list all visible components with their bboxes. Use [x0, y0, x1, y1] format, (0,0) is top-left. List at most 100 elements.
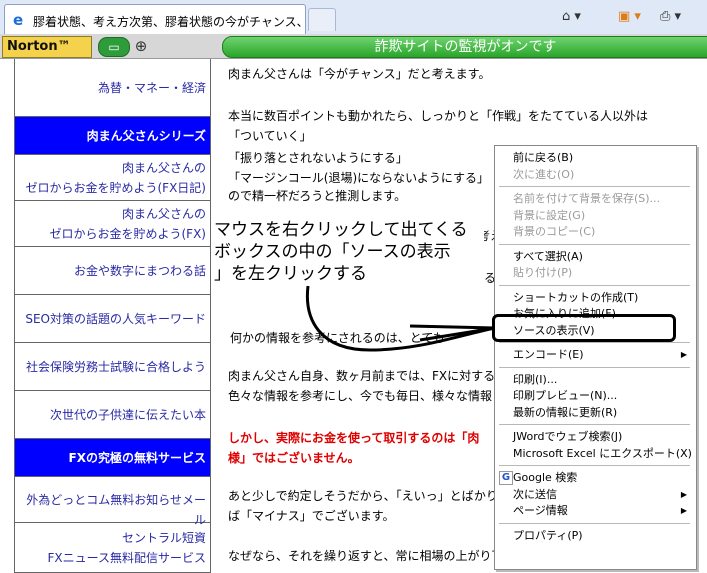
menu-item[interactable]: エンコード(E) ▶: [513, 347, 691, 362]
sidebar-link-label: セントラル短資: [121, 531, 206, 545]
menu-separator: [499, 522, 690, 524]
browser-tab[interactable]: e 膠着状態、考え方次第、膠着状態の今がチャンス、ゼロ...: [4, 4, 306, 35]
content-line: ば「マイナス」でございます。: [228, 509, 395, 523]
menu-separator: [499, 424, 690, 425]
norton-status[interactable]: 詐欺サイトの監視がオンです: [222, 36, 707, 58]
sidebar: 為替・マネー・経済 肉まん父さんシリーズ 肉まん父さんの ゼロからお金を貯めよう(FX…: [14, 59, 211, 573]
sidebar-link-label: SEO対策の話題の人気キーワード: [25, 312, 206, 326]
menu-item-label: 次に進む(O): [513, 167, 575, 181]
annotation-arrow: [305, 285, 496, 352]
print-icon[interactable]: ⎙ ▾: [660, 8, 700, 26]
menu-item[interactable]: 印刷プレビュー(N)...: [513, 388, 691, 403]
sidebar-link-label: 社会保険労務士試験に合格しよう: [25, 360, 206, 374]
new-tab-button[interactable]: [308, 8, 336, 31]
content-line: 「マージンコール(退場)にならないようにする」: [228, 171, 490, 185]
sidebar-link-label: ゼロからお金を貯めよう(FX): [49, 227, 207, 241]
menu-item[interactable]: ページ情報 ▶: [513, 503, 691, 518]
context-menu: 前に戻る(B) 次に進む(O) 名前を付けて背景を保存(S)... 背景に設定(G) 背…: [494, 145, 697, 570]
menu-item[interactable]: すべて選択(A): [513, 249, 691, 264]
content-line: 色々な情報を参考にし、今でも毎日、様々な情報: [228, 389, 493, 403]
menu-item: 貼り付け(P): [513, 265, 691, 280]
sidebar-link[interactable]: お金や数字にまつわる話: [15, 247, 210, 295]
menu-item-label: 印刷(I)...: [513, 372, 558, 386]
submenu-arrow-icon: ▶: [680, 489, 687, 499]
ie-icon: e: [13, 11, 24, 29]
sidebar-link-label: 肉まん父さんの: [121, 161, 206, 175]
menu-item-label: 名前を付けて背景を保存(S)...: [513, 192, 661, 205]
content-line: 肉まん父さんは「今がチャンス」だと考えます。: [228, 67, 491, 81]
sidebar-link[interactable]: 外為どっとコム無料お知らせメール: [15, 477, 210, 527]
menu-item-label: 印刷プレビュー(N)...: [513, 389, 618, 402]
submenu-arrow-icon: ▶: [680, 350, 687, 359]
menu-item[interactable]: JWordでウェブ検索(J): [513, 429, 691, 444]
tab-title: 膠着状態、考え方次第、膠着状態の今がチャンス、ゼロ...: [33, 15, 301, 29]
menu-item-label: Microsoft Excel にエクスポート(X): [513, 446, 692, 460]
menu-item-label: Google 検索: [513, 471, 578, 484]
menu-item: 名前を付けて背景を保存(S)...: [513, 191, 691, 206]
content-line: あと少しで約定しそうだから、「えいっ」とばかりに: [228, 489, 510, 503]
globe-icon[interactable]: ⊕: [132, 37, 150, 55]
sidebar-link-label: 次世代の子供達に伝えたい本: [49, 408, 206, 422]
norton-toolbar: Norton™ ▭ ⊕ 詐欺サイトの監視がオンです: [0, 34, 707, 59]
home-icon[interactable]: ⌂ ▾: [562, 8, 602, 26]
menu-item-label: 次に送信: [513, 487, 557, 501]
menu-item-label: ページ情報: [513, 504, 568, 517]
sidebar-link[interactable]: 肉まん父さんのゼロからお金を貯めよう(FX): [15, 201, 210, 247]
menu-item-label: ショートカットの作成(T): [513, 290, 639, 304]
menu-separator: [499, 342, 690, 343]
sidebar-link-label: FXニュース無料配信サービス: [47, 551, 206, 565]
menu-item: 背景のコピー(C): [513, 224, 691, 239]
google-icon: G: [499, 471, 513, 485]
browser-tab-bar: e 膠着状態、考え方次第、膠着状態の今がチャンス、ゼロ... ⌂ ▾ ▣ ▾ ⎙…: [0, 0, 707, 35]
sidebar-header: 肉まん父さんシリーズ: [15, 117, 210, 155]
sidebar-link-label: 肉まん父さんの: [121, 207, 206, 221]
menu-item[interactable]: プロパティ(P): [513, 528, 691, 543]
content-line: ので精一杯だろうと推測します。: [228, 189, 407, 203]
content-line: 本当に数百ポイントも動かれたら、しっかりと「作戦」をたてている人以外は: [228, 109, 649, 123]
sidebar-link[interactable]: 次世代の子供達に伝えたい本: [15, 391, 210, 439]
menu-separator: [499, 186, 690, 187]
view-source-highlight: [492, 314, 676, 342]
menu-item-label: 最新の情報に更新(R): [513, 405, 618, 419]
sidebar-header: FXの究極の無料サービス: [15, 439, 210, 477]
sidebar-link-label: 肉まん父さんシリーズ: [86, 129, 206, 143]
menu-item-label: 貼り付け(P): [513, 266, 573, 279]
sidebar-link[interactable]: 為替・マネー・経済: [15, 59, 210, 117]
sidebar-link[interactable]: SEO対策の話題の人気キーワード: [15, 295, 210, 343]
menu-item-label: エンコード(E): [513, 348, 584, 361]
menu-item-label: プロパティ(P): [513, 528, 583, 542]
menu-item-label: JWordでウェブ検索(J): [513, 430, 623, 443]
menu-item[interactable]: ショートカットの作成(T): [513, 290, 691, 305]
menu-separator: [499, 465, 690, 466]
menu-item-label: すべて選択(A): [513, 249, 583, 263]
menu-separator: [499, 366, 690, 368]
menu-item[interactable]: Google 検索 G: [499, 470, 691, 485]
submenu-arrow-icon: ▶: [680, 506, 687, 515]
instruction-annotation: マウスを右クリックして出てくる ボックスの中の「ソースの表示 」を左クリックする: [214, 219, 484, 285]
sidebar-link-label: ゼロからお金を貯めよう(FX日記): [25, 181, 207, 195]
sidebar-link[interactable]: セントラル短資 FXニュース無料配信サービス: [15, 523, 210, 573]
content-line-emphasis: しかし、実際にお金を使って取引するのは「肉: [228, 431, 480, 445]
sidebar-link-label: お金や数字にまつわる話: [73, 264, 206, 278]
feeds-icon[interactable]: ▣ ▾: [618, 8, 650, 26]
sidebar-link-label: 為替・マネー・経済: [97, 81, 206, 95]
menu-item[interactable]: 印刷(I)...: [513, 372, 691, 387]
norton-logo[interactable]: Norton™: [2, 36, 92, 58]
menu-item-label: 背景のコピー(C): [513, 225, 596, 238]
sidebar-link[interactable]: 社会保険労務士試験に合格しよう: [15, 343, 210, 391]
menu-separator: [499, 243, 690, 245]
menu-separator: [499, 284, 690, 286]
menu-item: 次に進む(O): [513, 167, 691, 182]
annotation-line: マウスを右クリックして出てくる: [214, 220, 468, 240]
sidebar-link-label: FXの究極の無料サービス: [68, 451, 206, 465]
menu-item[interactable]: 最新の情報に更新(R): [513, 405, 691, 420]
menu-item[interactable]: Microsoft Excel にエクスポート(X): [513, 446, 692, 461]
content-line: 「ついていく」: [228, 129, 312, 143]
menu-item[interactable]: 前に戻る(B): [513, 150, 691, 165]
computer-icon[interactable]: ▭: [98, 37, 130, 57]
content-line: 「振り落とされないようにする」: [228, 151, 408, 165]
content-line-emphasis: 様」ではございません。: [228, 451, 360, 465]
sidebar-link[interactable]: 肉まん父さんのゼロからお金を貯めよう(FX日記): [15, 155, 210, 201]
menu-item[interactable]: 次に送信 ▶: [513, 487, 691, 502]
menu-item-label: 前に戻る(B): [513, 151, 574, 164]
